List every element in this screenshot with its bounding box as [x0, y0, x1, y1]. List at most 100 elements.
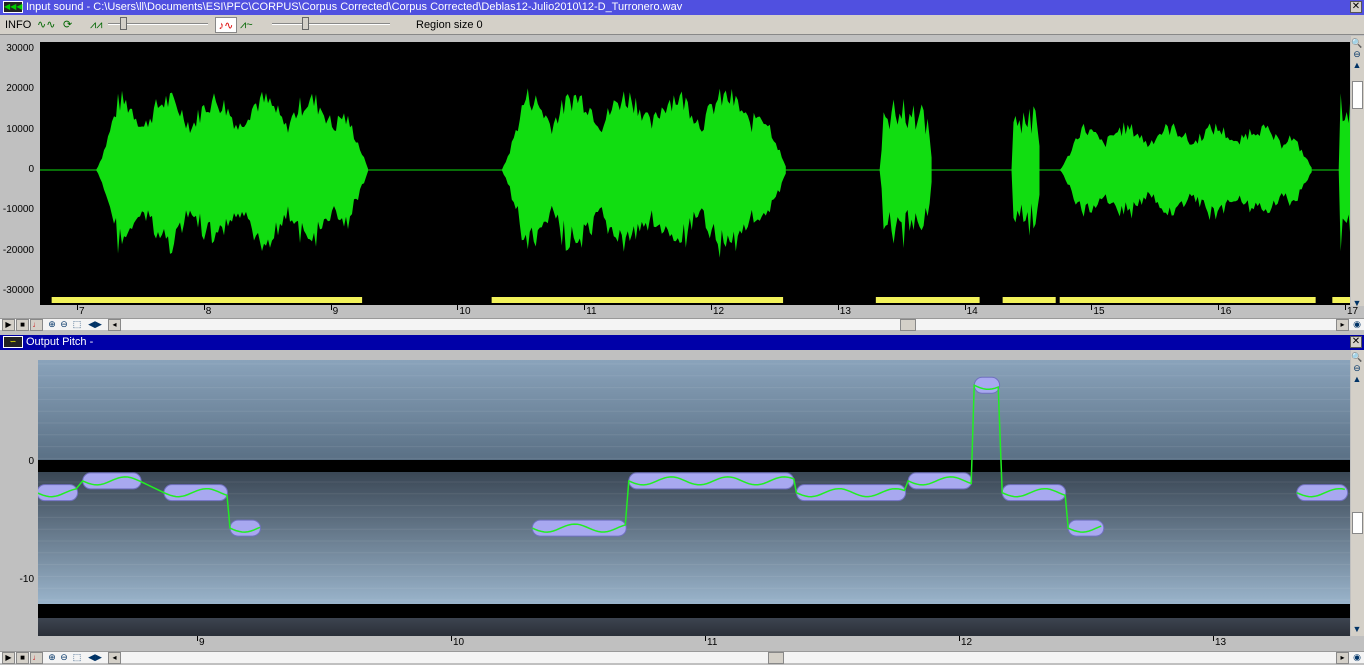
- horizontal-scroll-thumb[interactable]: [900, 319, 916, 331]
- slider-2-thumb[interactable]: [302, 17, 309, 30]
- pitch-canvas[interactable]: [38, 360, 1350, 636]
- x-tick: [203, 305, 205, 310]
- pitch-window-icon: ∽: [3, 336, 23, 348]
- x-tick: [964, 305, 966, 310]
- zoom-out-icon[interactable]: ⊖: [1351, 363, 1363, 374]
- x-tick-label: 12: [961, 637, 973, 648]
- y-tick-label: 0: [28, 164, 34, 175]
- region-marker[interactable]: [1059, 297, 1316, 303]
- region-marker[interactable]: [875, 297, 980, 303]
- x-tick: [959, 636, 960, 641]
- fit-icon[interactable]: ◀▶: [85, 652, 105, 663]
- pitch-band: [38, 604, 1350, 618]
- scroll-up-icon[interactable]: ▲: [1351, 60, 1363, 71]
- region-marker[interactable]: [51, 297, 363, 303]
- slider-1-thumb[interactable]: [120, 17, 127, 30]
- pitch-note[interactable]: [229, 519, 262, 537]
- pitch-note[interactable]: [1296, 484, 1349, 502]
- pitch-vertical-tools: 🔍 ⊖ ▲ ▼: [1351, 350, 1364, 636]
- pitch-note[interactable]: [38, 484, 79, 502]
- region-marker[interactable]: [1002, 297, 1056, 303]
- x-tick-label: 7: [79, 306, 85, 317]
- eye-icon[interactable]: ◉: [1351, 319, 1363, 330]
- toolbar: INFO ∿∿ ⟳ ⩘⩘ ♪∿ ⩘~ Region size 0: [0, 15, 1364, 35]
- zoom-in-icon[interactable]: 🔍: [1351, 38, 1363, 49]
- zoom-in-icon[interactable]: ⊕: [46, 652, 58, 663]
- x-tick: [837, 305, 839, 310]
- select-all-icon[interactable]: ⬚: [71, 652, 83, 663]
- x-tick-label: 11: [586, 306, 597, 317]
- pitch-note[interactable]: [1001, 484, 1067, 502]
- play-icon[interactable]: ▶: [2, 319, 15, 331]
- x-tick-label: 10: [459, 306, 471, 317]
- pitch-note[interactable]: [163, 484, 228, 502]
- waveform-tool-icon[interactable]: ∿∿: [37, 17, 55, 33]
- x-tick-label: 17: [1347, 306, 1359, 317]
- x-tick-label: 11: [707, 637, 718, 648]
- x-tick: [711, 305, 712, 310]
- x-tick-label: 13: [839, 306, 851, 317]
- close-icon[interactable]: ✕: [1350, 336, 1362, 348]
- waveform-scrollbar[interactable]: ▶ ■ ♩ ⊕ ⊖ ⬚ ◀▶ ◂ ▸ ◉: [0, 318, 1364, 331]
- pitch-band: [38, 460, 1350, 472]
- waveform-canvas[interactable]: [40, 42, 1350, 305]
- zoom-in-icon[interactable]: ⊕: [46, 319, 58, 330]
- scroll-right-icon[interactable]: ▸: [1336, 319, 1349, 331]
- x-tick: [197, 636, 198, 641]
- zoom-in-icon[interactable]: 🔍: [1351, 352, 1363, 363]
- output-pitch-titlebar: ∽ Output Pitch - ✕: [0, 335, 1364, 350]
- pitch-note[interactable]: [907, 472, 973, 490]
- note-tool-icon[interactable]: ♪∿: [215, 17, 237, 33]
- stop-icon[interactable]: ■: [16, 319, 29, 331]
- y-tick-label: 20000: [6, 83, 34, 95]
- pitch-tool-icon[interactable]: ⩘~: [240, 17, 253, 33]
- waveform-segment: [1011, 106, 1040, 236]
- play-icon[interactable]: ▶: [2, 652, 15, 664]
- pitch-note[interactable]: [1067, 519, 1105, 537]
- slider-2[interactable]: [272, 23, 390, 25]
- pitch-band: [38, 618, 1350, 636]
- y-tick-label: 30000: [6, 43, 34, 55]
- eye-icon[interactable]: ◉: [1351, 652, 1363, 663]
- pitch-note[interactable]: [531, 519, 627, 537]
- select-all-icon[interactable]: ⬚: [71, 319, 83, 330]
- spectrum-icon[interactable]: ⩘⩘: [90, 17, 102, 33]
- x-tick-label: 9: [332, 306, 339, 317]
- pitch-note[interactable]: [973, 376, 1001, 394]
- x-tick: [584, 305, 586, 310]
- x-tick-label: 16: [1220, 306, 1232, 317]
- y-tick-label: -30000: [2, 284, 34, 296]
- scroll-up-icon[interactable]: ▲: [1351, 374, 1363, 385]
- pitch-band: [38, 472, 1350, 604]
- x-tick: [77, 305, 78, 310]
- vertical-scroll-thumb[interactable]: [1352, 512, 1363, 534]
- pitch-panel: 🔍 ⊖ ▲ ▼ 0 -10 9 10 11 12 13: [0, 350, 1364, 650]
- vertical-scroll-thumb[interactable]: [1352, 81, 1363, 109]
- x-tick-label: 12: [713, 306, 725, 317]
- info-button[interactable]: INFO: [5, 17, 31, 33]
- horizontal-scroll-thumb[interactable]: [768, 652, 784, 664]
- loop-icon[interactable]: ⟳: [63, 17, 72, 33]
- scroll-right-icon[interactable]: ▸: [1336, 652, 1349, 664]
- stop-icon[interactable]: ■: [16, 652, 29, 664]
- scroll-left-icon[interactable]: ◂: [108, 652, 121, 664]
- x-tick: [1091, 305, 1093, 310]
- fit-icon[interactable]: ◀▶: [85, 319, 105, 330]
- x-tick-label: 8: [205, 306, 212, 317]
- zoom-out-icon[interactable]: ⊖: [58, 652, 70, 663]
- region-marker[interactable]: [1332, 297, 1350, 303]
- y-tick-label: -10000: [2, 204, 34, 216]
- record-note-icon[interactable]: ♩: [30, 652, 43, 664]
- close-icon[interactable]: ✕: [1350, 1, 1362, 13]
- y-tick-label: -20000: [2, 244, 34, 256]
- pitch-scrollbar[interactable]: ▶ ■ ♩ ⊕ ⊖ ⬚ ◀▶ ◂ ▸ ◉: [0, 651, 1364, 664]
- zoom-out-icon[interactable]: ⊖: [58, 319, 70, 330]
- x-tick-label: 13: [1215, 637, 1227, 648]
- zoom-out-icon[interactable]: ⊖: [1351, 49, 1363, 60]
- region-size-label: Region size 0: [416, 19, 483, 31]
- region-marker[interactable]: [491, 297, 784, 303]
- y-tick-label: -10: [19, 574, 34, 585]
- record-note-icon[interactable]: ♩: [30, 319, 43, 331]
- scroll-down-icon[interactable]: ▼: [1351, 624, 1363, 635]
- scroll-left-icon[interactable]: ◂: [108, 319, 121, 331]
